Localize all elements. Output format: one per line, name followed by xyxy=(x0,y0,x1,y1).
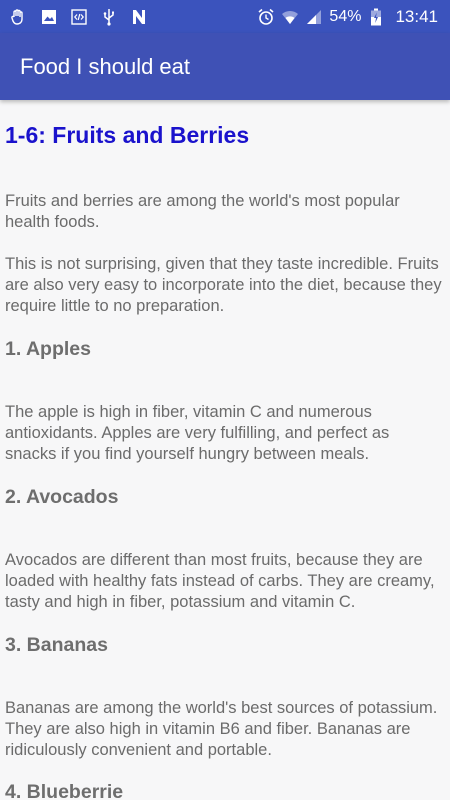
intro-paragraph-1: Fruits and berries are among the world's… xyxy=(5,192,400,231)
code-icon xyxy=(70,8,88,26)
item-text-bananas: Bananas are among the world's best sourc… xyxy=(5,699,438,759)
battery-icon xyxy=(367,8,385,26)
hand-icon xyxy=(10,8,28,26)
usb-icon xyxy=(100,8,118,26)
app-bar: Food I should eat xyxy=(0,33,450,100)
section-title: 1-6: Fruits and Berries xyxy=(5,122,250,148)
status-bar: 54% 13:41 xyxy=(0,0,450,33)
clock: 13:41 xyxy=(395,6,438,26)
wifi-icon xyxy=(281,8,299,26)
item-heading-blueberries: 4. Blueberrie xyxy=(5,781,124,800)
n-icon xyxy=(130,8,148,26)
alarm-icon xyxy=(257,8,275,26)
item-heading-apples: 1. Apples xyxy=(5,338,91,360)
article-content[interactable]: 1-6: Fruits and Berries Fruits and berri… xyxy=(0,100,450,800)
intro-paragraph-2: This is not surprising, given that they … xyxy=(5,255,442,315)
notification-icons xyxy=(0,8,148,26)
item-text-avocados: Avocados are different than most fruits,… xyxy=(5,551,435,611)
system-icons: 54% 13:41 xyxy=(257,7,450,27)
item-heading-bananas: 3. Bananas xyxy=(5,634,108,656)
item-heading-avocados: 2. Avocados xyxy=(5,486,119,508)
signal-icon xyxy=(305,8,323,26)
item-text-apples: The apple is high in fiber, vitamin C an… xyxy=(5,403,390,463)
battery-percent: 54% xyxy=(329,7,362,25)
app-title: Food I should eat xyxy=(20,53,191,79)
image-icon xyxy=(40,8,58,26)
